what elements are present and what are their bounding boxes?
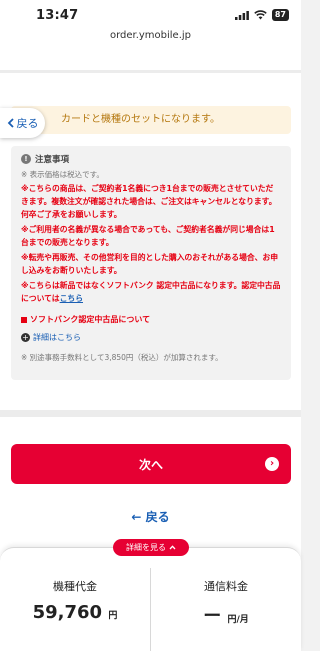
- view-details-button[interactable]: 詳細を見る: [113, 539, 189, 556]
- back-link-label: 戻る: [145, 510, 170, 524]
- warning-certified-used: ※こちらは新品ではなくソフトバンク 認定中古品になります。認定中古品についてはこ…: [21, 279, 281, 305]
- url-bar[interactable]: order.ymobile.jp: [0, 28, 301, 50]
- chevron-left-icon: [7, 118, 14, 128]
- warning-resale: ※転売や再販売、その他営利を目的とした購入のおそれがある場合、お申し込みをお断り…: [21, 253, 279, 275]
- back-chip-label: 戻る: [16, 117, 39, 130]
- device-price-value: 59,760 円: [0, 602, 150, 623]
- status-bar: 13:47 87: [0, 0, 301, 28]
- device-price-amount: 59,760: [32, 602, 103, 623]
- chevron-right-icon: ›: [265, 457, 279, 471]
- back-link[interactable]: ← 戻る: [0, 508, 301, 525]
- plus-icon: +: [21, 333, 30, 342]
- notes-title: ! 注意事項: [21, 153, 281, 165]
- device-price-column: 機種代金 59,760 円: [0, 578, 150, 623]
- chevron-up-icon: [169, 545, 176, 550]
- view-details-label: 詳細を見る: [126, 543, 166, 552]
- info-banner: カードと機種のセットになります。: [11, 106, 291, 134]
- fee-note: ※ 別途事務手数料として3,850円（税込）が加算されます。: [21, 353, 223, 362]
- tax-note: ※ 表示価格は税込です。: [21, 170, 104, 179]
- next-button[interactable]: 次へ ›: [11, 444, 291, 484]
- section-heading: ソフトバンク認定中古品について: [21, 314, 281, 325]
- plan-fee-label: 通信料金: [204, 580, 248, 593]
- status-time: 13:47: [36, 8, 79, 23]
- price-summary-panel: 機種代金 59,760 円 通信料金 ー 円/月: [0, 547, 301, 651]
- notes-box: ! 注意事項 ※ 表示価格は税込です。 ※こちらの商品は、ご契約者1名義につき1…: [11, 146, 291, 380]
- notes-title-text: 注意事項: [35, 155, 70, 165]
- warning-same-contractor: ※ご利用者の名義が異なる場合であっても、ご契約者名義が同じ場合は1台までの販売と…: [21, 225, 275, 247]
- detail-link[interactable]: + 詳細はこちら: [21, 332, 281, 343]
- plan-fee-unit: 円/月: [227, 615, 249, 625]
- wifi-icon: [254, 10, 267, 20]
- device-price-unit: 円: [108, 611, 118, 621]
- signal-icon: [234, 10, 249, 20]
- status-icons: 87: [234, 9, 289, 21]
- detail-link-text: 詳細はこちら: [33, 333, 81, 342]
- plan-fee-value: ー 円/月: [151, 602, 301, 628]
- plan-fee-column: 通信料金 ー 円/月: [151, 578, 301, 628]
- device-price-label: 機種代金: [53, 580, 97, 593]
- next-button-label: 次へ: [138, 457, 163, 472]
- section-heading-text: ソフトバンク認定中古品について: [30, 315, 151, 324]
- battery-indicator: 87: [271, 9, 289, 21]
- plan-fee-amount: ー: [203, 606, 222, 627]
- back-chip[interactable]: 戻る: [0, 108, 45, 138]
- arrow-left-icon: ←: [131, 510, 142, 524]
- info-icon: !: [21, 154, 31, 164]
- red-square-icon: [21, 316, 27, 323]
- divider: [0, 410, 301, 417]
- divider: [0, 70, 301, 73]
- certified-used-link[interactable]: こちら: [60, 294, 83, 303]
- page-content: カードと機種のセットになります。 戻る ! 注意事項 ※ 表示価格は税込です。 …: [0, 50, 301, 651]
- warning-one-per-contract: ※こちらの商品は、ご契約者1名義につき1台までの販売とさせていただきます。複数注…: [21, 184, 277, 219]
